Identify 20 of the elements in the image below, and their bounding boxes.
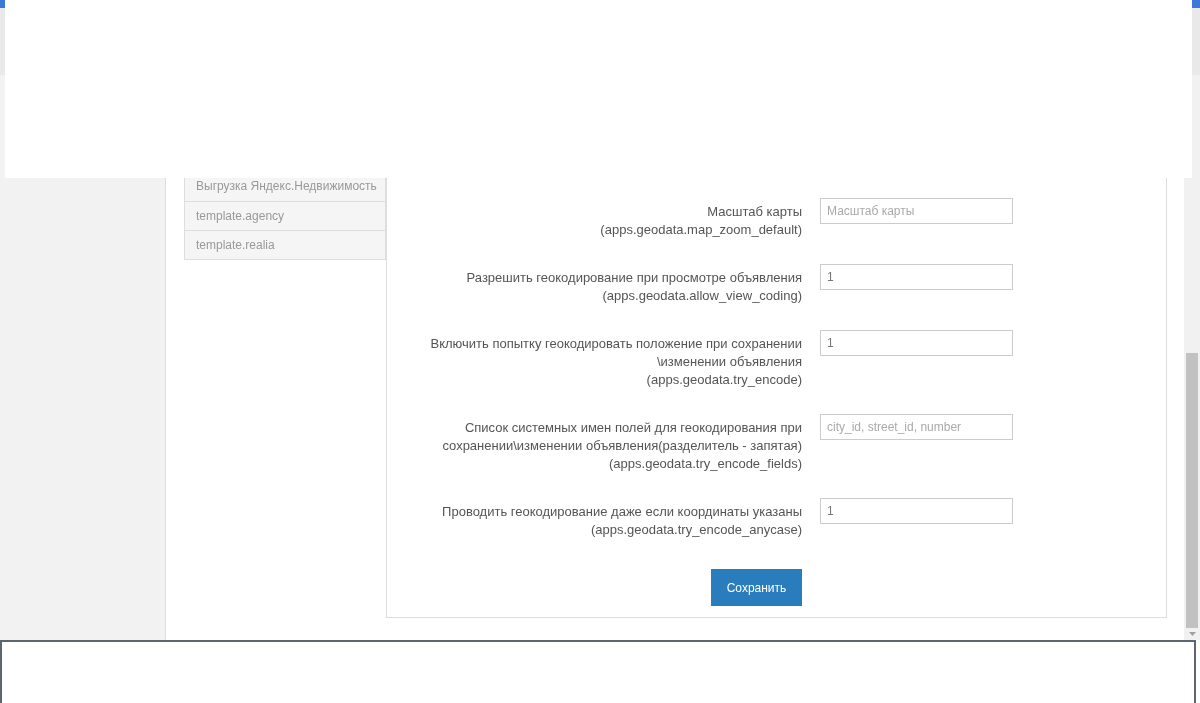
input-field[interactable]: city_id, street_id, number [820, 414, 1013, 440]
setting-key: (apps.geodata.try_encode_fields) [402, 455, 802, 473]
setting-key: (apps.geodata.allow_view_coding) [402, 287, 802, 305]
save-button[interactable]: Сохранить [711, 569, 802, 606]
setting-key: (apps.geodata.map_zoom_default) [402, 221, 802, 239]
scroll-down-arrow-icon[interactable] [1188, 632, 1196, 636]
field-label: Масштаб карты [706, 203, 802, 221]
scrollbar[interactable] [1184, 75, 1200, 640]
field-label: Список системных имен полей для геокодирования при сохранении\изменении объявления(разделитель - запятая) [441, 419, 802, 455]
input-field[interactable]: Масштаб карты [820, 198, 1013, 224]
setting-key: (apps.geodata.try_encode_anycase) [402, 521, 802, 539]
input-field[interactable]: 1 [820, 498, 1013, 524]
field-label: Включить попытку геокодировать положение при сохранении \изменении объявления [429, 335, 802, 371]
sidebar-item[interactable]: template.realia [185, 230, 385, 259]
field-label: Разрешить геокодирование при просмотре объявления [465, 269, 802, 287]
setting-key: (apps.geodata.try_encode) [402, 371, 802, 389]
field-label: Проводить геокодирование даже если координаты указаны [441, 503, 802, 521]
input-field[interactable]: 1 [820, 264, 1013, 290]
sidebar-item[interactable]: template.agency [185, 201, 385, 230]
input-field[interactable]: 1 [820, 330, 1013, 356]
